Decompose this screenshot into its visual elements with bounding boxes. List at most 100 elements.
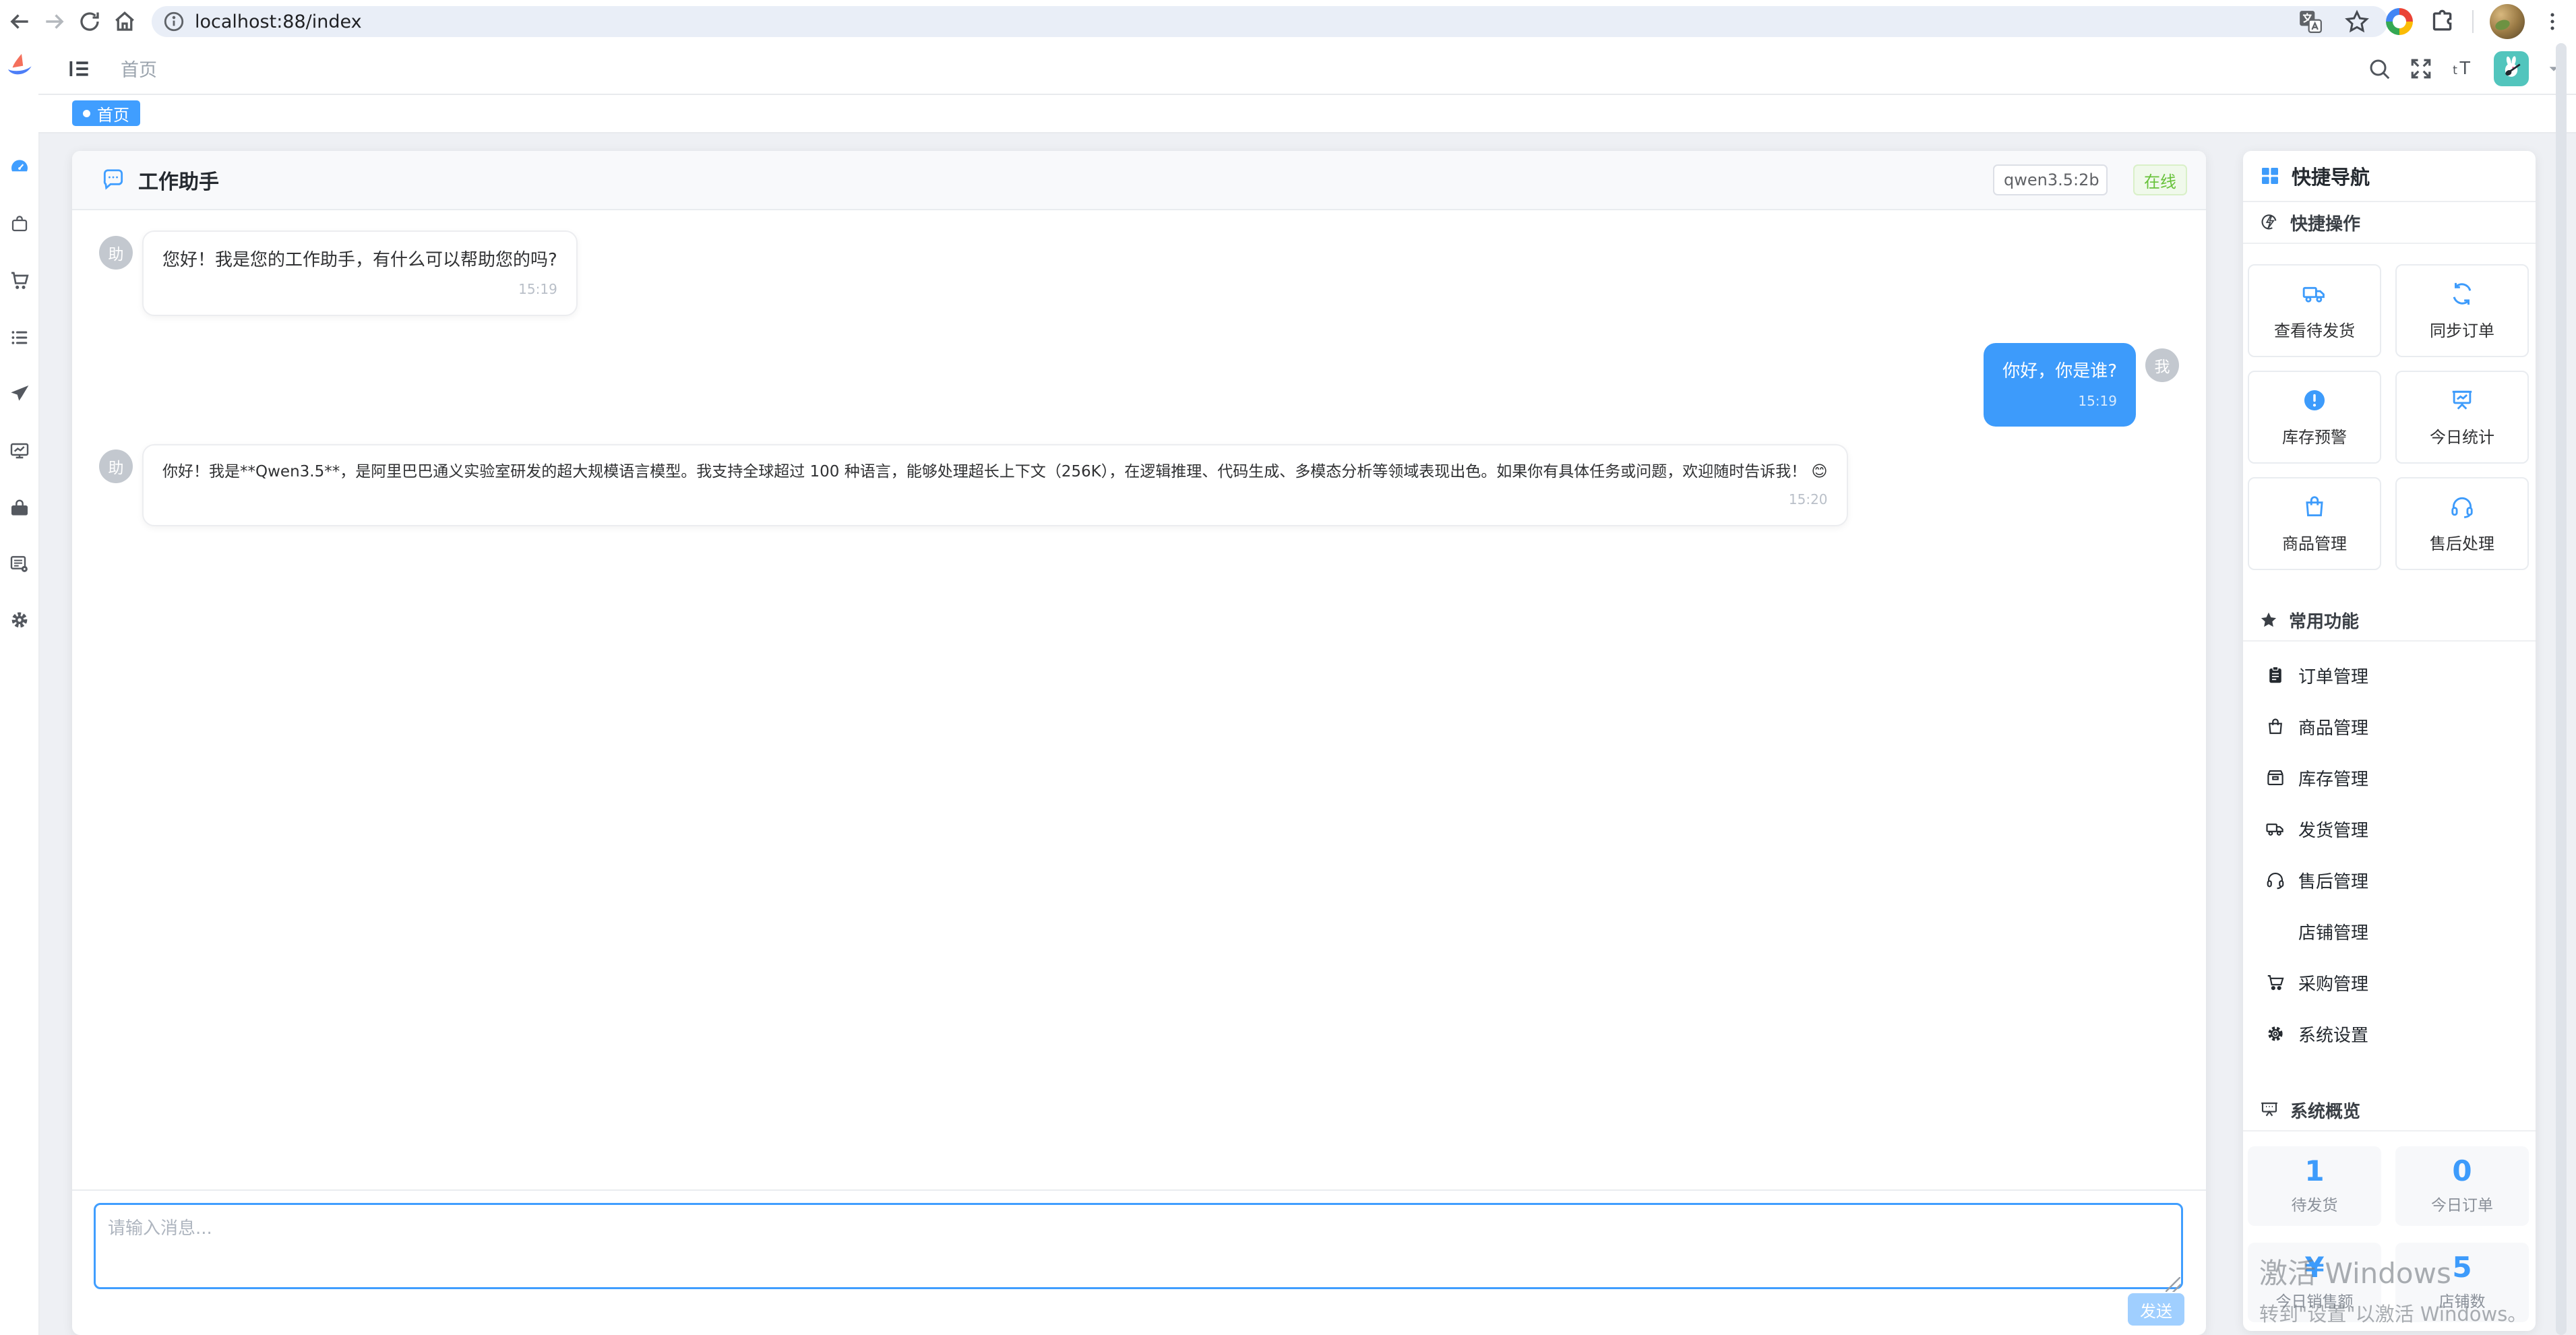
functions-list: 订单管理 商品管理 库存管理 发货管理 售后管理 店铺管理 xyxy=(2243,642,2536,1059)
user-avatar[interactable] xyxy=(2494,51,2529,86)
function-label: 发货管理 xyxy=(2298,817,2368,842)
function-item-products[interactable]: 商品管理 xyxy=(2243,701,2536,752)
function-item-purchase[interactable]: 采购管理 xyxy=(2243,957,2536,1008)
send-button[interactable]: 发送 xyxy=(2128,1293,2184,1326)
chat-title: 工作助手 xyxy=(138,165,219,195)
sidebar-item-inventory[interactable] xyxy=(0,319,38,356)
extension-ring-icon[interactable] xyxy=(2386,8,2413,35)
address-bar[interactable]: localhost:88/index xyxy=(152,6,2388,37)
message-time: 15:19 xyxy=(2002,391,2117,412)
quick-action-today-statistics[interactable]: 今日统计 xyxy=(2395,371,2529,464)
message-user: 你好，你是谁? 15:19 我 xyxy=(99,343,2179,426)
sidebar-item-dashboard[interactable] xyxy=(0,148,38,186)
star-icon xyxy=(2259,611,2278,629)
clipboard-icon xyxy=(2265,665,2286,685)
sidebar-item-orders[interactable] xyxy=(0,262,38,300)
panel-header: 快捷导航 xyxy=(2243,151,2536,202)
translate-icon[interactable] xyxy=(2298,9,2323,34)
message-list: 助 您好！我是您的工作助手，有什么可以帮助您的吗? 15:19 你好，你是谁? … xyxy=(72,210,2206,1189)
rabbit-avatar-icon xyxy=(2496,54,2526,84)
function-label: 系统设置 xyxy=(2298,1022,2368,1047)
sidebar-item-shop[interactable] xyxy=(0,489,38,527)
tag-home[interactable]: 首页 xyxy=(72,100,140,126)
function-label: 库存管理 xyxy=(2298,766,2368,790)
quick-action-label: 商品管理 xyxy=(2282,530,2347,554)
panel-title: 快捷导航 xyxy=(2292,162,2370,190)
function-item-orders[interactable]: 订单管理 xyxy=(2243,650,2536,701)
sidebar-item-shipping[interactable] xyxy=(0,375,38,412)
bag-icon xyxy=(9,214,30,234)
box-icon xyxy=(2265,768,2286,788)
stat-label: 今日订单 xyxy=(2431,1192,2493,1215)
page-scrollbar[interactable] xyxy=(2556,43,2567,1335)
function-item-shipping[interactable]: 发货管理 xyxy=(2243,803,2536,855)
message-text: 你好，你是谁? xyxy=(2002,358,2117,385)
stat-value: 0 xyxy=(2452,1157,2472,1185)
chat-assistant-card: 工作助手 qwen3.5:2b 在线 助 您好！我是您的工作助手，有什么可以帮助… xyxy=(72,151,2206,1335)
quick-action-label: 查看待发货 xyxy=(2274,317,2355,341)
quick-action-aftersale[interactable]: 售后处理 xyxy=(2395,477,2529,570)
stat-label: 今日销售额 xyxy=(2276,1289,2354,1311)
sidebar-item-settings[interactable] xyxy=(0,601,38,639)
shopping-bag-icon xyxy=(2302,494,2327,520)
stat-shop-count: 5 店铺数 xyxy=(2395,1243,2529,1322)
sidebar-item-statistics[interactable] xyxy=(0,432,38,470)
svg-text:T: T xyxy=(2459,57,2470,77)
breadcrumb[interactable]: 首页 xyxy=(121,55,157,82)
assistant-avatar: 助 xyxy=(99,449,133,483)
quick-action-product-management[interactable]: 商品管理 xyxy=(2248,477,2381,570)
quick-action-inventory-alert[interactable]: 库存预警 xyxy=(2248,371,2381,464)
browser-home-icon[interactable] xyxy=(109,6,140,37)
tag-label: 首页 xyxy=(97,102,129,125)
chat-input-area: 发送 xyxy=(72,1189,2206,1335)
message-text: 你好！我是**Qwen3.5**，是阿里巴巴通义实验室研发的超大规模语言模型。我… xyxy=(162,460,1828,485)
site-info-icon[interactable] xyxy=(162,10,185,33)
function-item-settings[interactable]: 系统设置 xyxy=(2243,1008,2536,1059)
chart-board-icon xyxy=(2449,387,2475,413)
grid-icon xyxy=(2259,165,2281,187)
url-text[interactable]: localhost:88/index xyxy=(195,11,362,32)
message-assistant: 助 您好！我是您的工作助手，有什么可以帮助您的吗? 15:19 xyxy=(99,230,2179,316)
function-item-aftersale[interactable]: 售后管理 xyxy=(2243,855,2536,906)
chat-bubble-icon xyxy=(100,167,126,193)
functions-title: 常用功能 xyxy=(2243,600,2536,642)
message-assistant: 助 你好！我是**Qwen3.5**，是阿里巴巴通义实验室研发的超大规模语言模型… xyxy=(99,444,2179,527)
function-label: 售后管理 xyxy=(2298,868,2368,893)
message-bubble: 你好，你是谁? 15:19 xyxy=(1984,343,2136,426)
function-label: 商品管理 xyxy=(2298,714,2368,739)
bookmark-star-icon[interactable] xyxy=(2343,8,2370,35)
textarea-resize-handle[interactable] xyxy=(2166,1277,2180,1292)
quick-action-sync-orders[interactable]: 同步订单 xyxy=(2395,264,2529,357)
stat-today-orders: 0 今日订单 xyxy=(2395,1146,2529,1226)
extensions-puzzle-icon[interactable] xyxy=(2429,8,2456,35)
sidebar-item-products[interactable] xyxy=(0,205,38,243)
quick-action-label: 同步订单 xyxy=(2430,317,2494,341)
tag-dot xyxy=(83,110,90,117)
browser-profile-avatar[interactable] xyxy=(2490,4,2525,39)
browser-reload-icon[interactable] xyxy=(74,6,105,37)
sidebar-item-purchase[interactable] xyxy=(0,545,38,583)
app-sidebar xyxy=(0,43,40,1335)
headset-icon xyxy=(2449,494,2475,520)
app-navbar: 首页 tT xyxy=(38,43,2576,95)
sidebar-collapse-icon[interactable] xyxy=(67,56,92,82)
message-text: 您好！我是您的工作助手，有什么可以帮助您的吗? xyxy=(162,247,557,274)
browser-toolbar: localhost:88/index xyxy=(0,0,2576,44)
tag-bar: 首页 xyxy=(38,95,2576,133)
list-icon xyxy=(9,328,30,348)
fullscreen-icon[interactable] xyxy=(2409,57,2433,81)
function-item-inventory[interactable]: 库存管理 xyxy=(2243,752,2536,803)
quick-action-view-pending-shipments[interactable]: 查看待发货 xyxy=(2248,264,2381,357)
function-item-shop[interactable]: 店铺管理 xyxy=(2243,906,2536,957)
browser-forward-icon[interactable] xyxy=(39,6,70,37)
browser-menu-kebab-icon[interactable] xyxy=(2541,10,2564,33)
app-logo[interactable] xyxy=(3,53,36,88)
font-size-icon[interactable]: tT xyxy=(2451,56,2476,82)
empty-icon-slot xyxy=(2265,921,2286,942)
search-icon[interactable] xyxy=(2367,57,2391,81)
model-select[interactable]: qwen3.5:2b xyxy=(1993,164,2108,195)
scrollbar-thumb[interactable] xyxy=(2556,43,2567,1335)
bag-icon xyxy=(2265,716,2286,737)
browser-back-icon[interactable] xyxy=(4,6,35,37)
message-input[interactable] xyxy=(94,1203,2183,1289)
